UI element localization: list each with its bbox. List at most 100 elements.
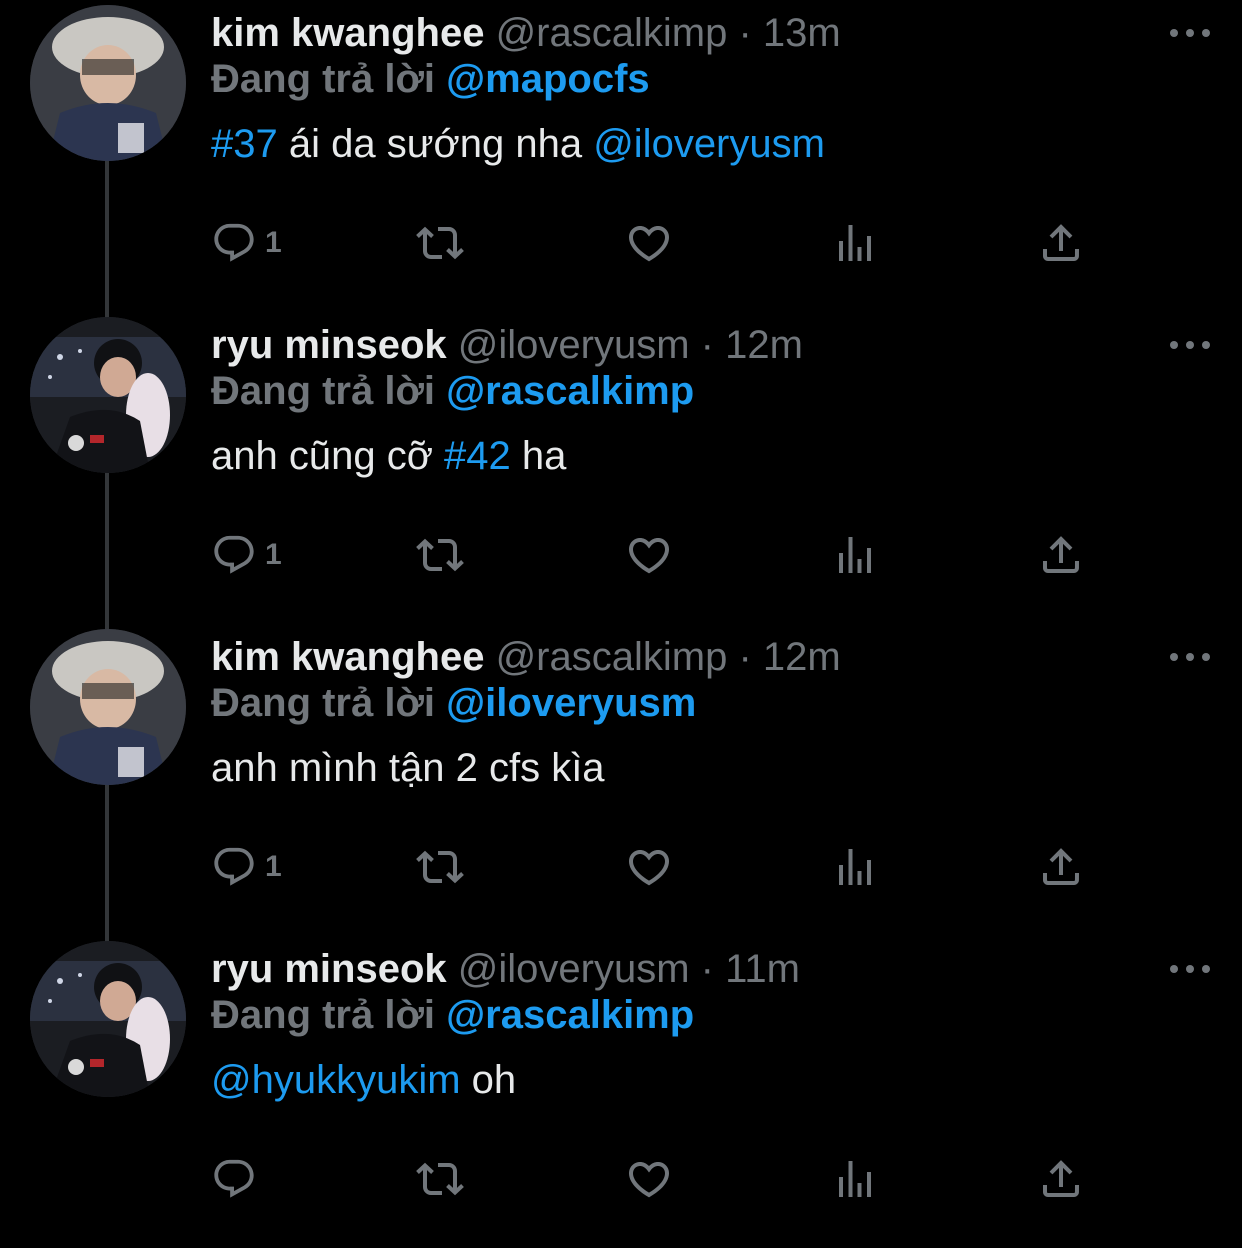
- tweet-time[interactable]: 11m: [725, 947, 800, 991]
- reply-button[interactable]: [211, 1154, 265, 1204]
- like-button[interactable]: [625, 218, 673, 268]
- views-icon: [839, 1161, 871, 1197]
- like-icon: [628, 1162, 670, 1198]
- tweet-text-segment: anh cũng cỡ: [211, 434, 445, 478]
- views-button[interactable]: [831, 218, 879, 268]
- like-button[interactable]: [625, 1154, 673, 1204]
- tweet-text-segment: ái da sướng nha: [277, 122, 594, 166]
- retweet-icon: [416, 1162, 464, 1196]
- like-button[interactable]: [625, 842, 673, 892]
- retweet-icon: [416, 226, 464, 260]
- tweet-time[interactable]: 13m: [763, 11, 841, 55]
- separator-dot: ·: [700, 323, 714, 367]
- more-icon[interactable]: [1170, 650, 1210, 664]
- display-name[interactable]: ryu minseok: [211, 323, 447, 367]
- tweet-3[interactable]: ryu minseok @iloveryusm · 11m Đang trả l…: [0, 936, 1242, 1248]
- tweet-text: #37 ái da sướng nha @iloveryusm: [211, 118, 1202, 170]
- views-icon: [839, 225, 871, 261]
- reply-count: 1: [265, 226, 282, 259]
- tweet-text-segment: oh: [460, 1058, 517, 1102]
- tweet-time[interactable]: 12m: [725, 323, 803, 367]
- reply-count: 1: [265, 538, 282, 571]
- tweet-content: kim kwanghee @rascalkimp · 12m Đang trả …: [211, 624, 1202, 794]
- tweet-content: kim kwanghee @rascalkimp · 13m Đang trả …: [211, 0, 1202, 170]
- replying-to-label: Đang trả lời: [211, 681, 436, 725]
- views-icon: [839, 849, 871, 885]
- share-icon: [1043, 1160, 1079, 1197]
- tweet-text: anh mình tận 2 cfs kìa: [211, 742, 1202, 794]
- display-name[interactable]: kim kwanghee: [211, 635, 484, 679]
- reply-icon: [214, 535, 254, 574]
- replying-to-mention[interactable]: @rascalkimp: [446, 993, 694, 1037]
- more-icon[interactable]: [1170, 26, 1210, 40]
- share-button[interactable]: [1037, 218, 1085, 268]
- like-icon: [628, 538, 670, 574]
- replying-to-mention[interactable]: @iloveryusm: [446, 681, 696, 725]
- share-icon: [1043, 536, 1079, 573]
- user-handle[interactable]: @iloveryusm: [458, 323, 690, 367]
- share-button[interactable]: [1037, 842, 1085, 892]
- reply-icon: [214, 223, 254, 262]
- retweet-icon: [416, 538, 464, 572]
- tweet-content: ryu minseok @iloveryusm · 11m Đang trả l…: [211, 936, 1202, 1106]
- reply-button[interactable]: 1: [211, 842, 282, 892]
- tweet-time[interactable]: 12m: [763, 635, 841, 679]
- mention-link[interactable]: @iloveryusm: [593, 122, 825, 166]
- tweet-text: @hyukkyukim oh: [211, 1054, 1202, 1106]
- tweet-text-segment: anh mình tận 2 cfs kìa: [211, 746, 605, 790]
- replying-to-mention[interactable]: @mapocfs: [446, 57, 650, 101]
- reply-button[interactable]: 1: [211, 530, 282, 580]
- retweet-icon: [416, 850, 464, 884]
- tweet-text: anh cũng cỡ #42 ha: [211, 430, 1202, 482]
- share-icon: [1043, 848, 1079, 885]
- mention-link[interactable]: @hyukkyukim: [211, 1058, 461, 1102]
- tweet-text-segment: ha: [510, 434, 567, 478]
- tweet-1[interactable]: ryu minseok @iloveryusm · 12m Đang trả l…: [0, 312, 1242, 624]
- tweet-2[interactable]: kim kwanghee @rascalkimp · 12m Đang trả …: [0, 624, 1242, 936]
- avatar[interactable]: [30, 5, 186, 161]
- tweet-actions: 1: [211, 842, 1091, 892]
- like-button[interactable]: [625, 530, 673, 580]
- reply-count: 1: [265, 850, 282, 883]
- share-button[interactable]: [1037, 1154, 1085, 1204]
- views-icon: [839, 537, 871, 573]
- views-button[interactable]: [831, 1154, 879, 1204]
- display-name[interactable]: ryu minseok: [211, 947, 447, 991]
- hashtag-link[interactable]: #42: [444, 434, 511, 478]
- like-icon: [628, 226, 670, 262]
- separator-dot: ·: [700, 947, 714, 991]
- user-handle[interactable]: @rascalkimp: [496, 11, 728, 55]
- tweet-actions: 1: [211, 218, 1091, 268]
- avatar[interactable]: [30, 317, 186, 473]
- display-name[interactable]: kim kwanghee: [211, 11, 484, 55]
- reply-icon: [214, 1159, 254, 1198]
- views-button[interactable]: [831, 530, 879, 580]
- retweet-button[interactable]: [416, 842, 464, 892]
- replying-to-label: Đang trả lời: [211, 57, 436, 101]
- share-icon: [1043, 224, 1079, 261]
- replying-to-label: Đang trả lời: [211, 993, 436, 1037]
- hashtag-link[interactable]: #37: [211, 122, 278, 166]
- avatar[interactable]: [30, 941, 186, 1097]
- reply-button[interactable]: 1: [211, 218, 282, 268]
- retweet-button[interactable]: [416, 530, 464, 580]
- tweet-0[interactable]: kim kwanghee @rascalkimp · 13m Đang trả …: [0, 0, 1242, 312]
- tweet-actions: [211, 1154, 1091, 1204]
- retweet-button[interactable]: [416, 218, 464, 268]
- more-icon[interactable]: [1170, 338, 1210, 352]
- views-button[interactable]: [831, 842, 879, 892]
- user-handle[interactable]: @rascalkimp: [496, 635, 728, 679]
- separator-dot: ·: [738, 11, 752, 55]
- tweet-content: ryu minseok @iloveryusm · 12m Đang trả l…: [211, 312, 1202, 482]
- tweet-actions: 1: [211, 530, 1091, 580]
- like-icon: [628, 850, 670, 886]
- reply-icon: [214, 847, 254, 886]
- retweet-button[interactable]: [416, 1154, 464, 1204]
- more-icon[interactable]: [1170, 962, 1210, 976]
- share-button[interactable]: [1037, 530, 1085, 580]
- replying-to-label: Đang trả lời: [211, 369, 436, 413]
- replying-to-mention[interactable]: @rascalkimp: [446, 369, 694, 413]
- avatar[interactable]: [30, 629, 186, 785]
- user-handle[interactable]: @iloveryusm: [458, 947, 690, 991]
- separator-dot: ·: [738, 635, 752, 679]
